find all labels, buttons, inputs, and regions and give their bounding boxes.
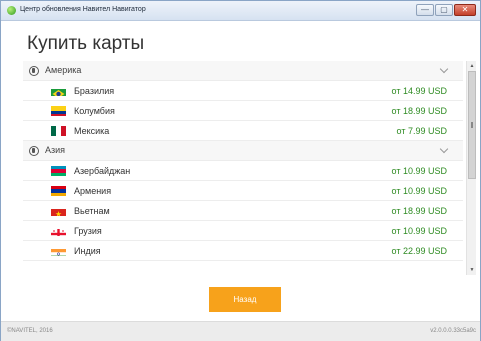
minimize-button[interactable]: — xyxy=(416,4,434,16)
group-header-asia[interactable]: Азия xyxy=(23,141,463,161)
navitel-app-icon xyxy=(7,6,16,15)
title-bar[interactable]: Центр обновления Навител Навигатор — ▢ ✕ xyxy=(1,1,480,21)
window-title: Центр обновления Навител Навигатор xyxy=(20,6,146,13)
page-title: Купить карты xyxy=(27,33,145,54)
list-item-georgia[interactable]: Грузия от 10.99 USD xyxy=(23,221,463,241)
maximize-button[interactable]: ▢ xyxy=(435,4,453,16)
price-label: от 10.99 USD xyxy=(391,186,447,196)
vietnam-flag-icon xyxy=(51,206,66,216)
price-label: от 22.99 USD xyxy=(391,246,447,256)
version-text: v2.0.0.0.33c5a9c xyxy=(430,328,476,334)
price-label: от 10.99 USD xyxy=(391,226,447,236)
price-label: от 18.99 USD xyxy=(391,206,447,216)
azerbaijan-flag-icon xyxy=(51,166,66,176)
list-item-colombia[interactable]: Колумбия от 18.99 USD xyxy=(23,101,463,121)
price-label: от 7.99 USD xyxy=(396,126,447,136)
chevron-down-icon[interactable] xyxy=(439,144,449,154)
india-flag-icon xyxy=(51,246,66,256)
country-name: Бразилия xyxy=(74,86,115,96)
group-label: Азия xyxy=(45,145,66,155)
list-item-vietnam[interactable]: Вьетнам от 18.99 USD xyxy=(23,201,463,221)
chevron-down-icon[interactable] xyxy=(439,64,449,74)
list-item-mexico[interactable]: Мексика от 7.99 USD xyxy=(23,121,463,141)
colombia-flag-icon xyxy=(51,106,66,116)
country-name: Азербайджан xyxy=(74,166,131,176)
grip-icon xyxy=(471,122,473,128)
copyright-text: ©NAVITEL, 2016 xyxy=(7,328,53,334)
globe-icon xyxy=(29,146,39,156)
close-button[interactable]: ✕ xyxy=(454,4,476,16)
group-label: Америка xyxy=(45,65,82,75)
group-header-america[interactable]: Америка xyxy=(23,61,463,81)
country-name: Армения xyxy=(74,186,112,196)
price-label: от 18.99 USD xyxy=(391,106,447,116)
country-name: Колумбия xyxy=(74,106,115,116)
country-name: Грузия xyxy=(74,226,102,236)
georgia-flag-icon xyxy=(51,226,66,236)
back-button[interactable]: Назад xyxy=(209,287,281,312)
price-label: от 14.99 USD xyxy=(391,86,447,96)
list-item-azerbaijan[interactable]: Азербайджан от 10.99 USD xyxy=(23,161,463,181)
window-controls: — ▢ ✕ xyxy=(416,4,476,16)
globe-icon xyxy=(29,66,39,76)
footer: ©NAVITEL, 2016 v2.0.0.0.33c5a9c xyxy=(1,321,480,341)
country-name: Индия xyxy=(74,246,101,256)
list-item-brazil[interactable]: Бразилия от 14.99 USD xyxy=(23,81,463,101)
map-list: Америка Бразилия от 14.99 USD Колумбия о… xyxy=(23,61,463,275)
armenia-flag-icon xyxy=(51,186,66,196)
vertical-scrollbar[interactable]: ▲ ▼ xyxy=(466,61,476,275)
scroll-thumb[interactable] xyxy=(468,71,476,179)
scroll-down-arrow-icon[interactable]: ▼ xyxy=(467,265,477,275)
country-name: Мексика xyxy=(74,126,110,136)
country-name: Вьетнам xyxy=(74,206,110,216)
brazil-flag-icon xyxy=(51,86,66,96)
mexico-flag-icon xyxy=(51,126,66,136)
price-label: от 10.99 USD xyxy=(391,166,447,176)
scroll-up-arrow-icon[interactable]: ▲ xyxy=(467,61,477,71)
list-item-india[interactable]: Индия от 22.99 USD xyxy=(23,241,463,261)
list-item-armenia[interactable]: Армения от 10.99 USD xyxy=(23,181,463,201)
app-window: Центр обновления Навител Навигатор — ▢ ✕… xyxy=(0,0,481,341)
